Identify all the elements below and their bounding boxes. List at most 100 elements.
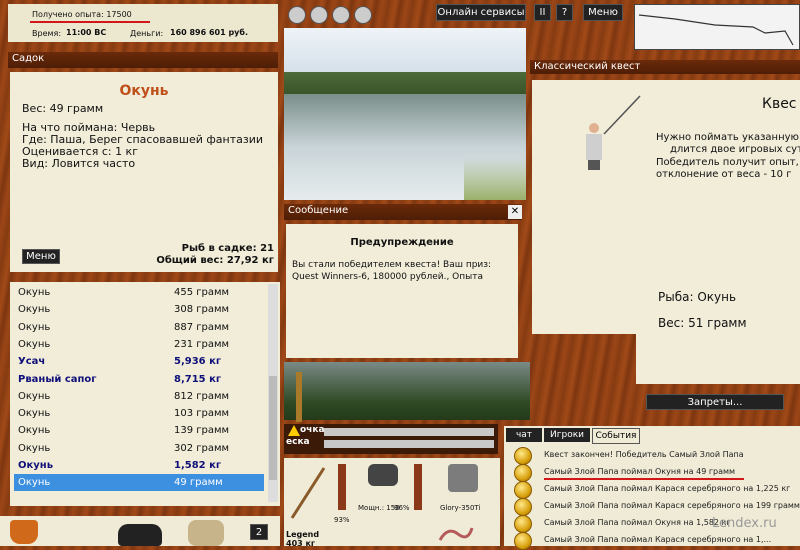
inventory-panel: Legend 403 кг 93% Мощн.: 150 96% Glory-3… — [284, 458, 500, 548]
lake-bottom-view[interactable] — [284, 362, 530, 420]
events-feed: Квест закончен! Победитель Самый Злой Па… — [504, 446, 800, 550]
event-line: Квест закончен! Победитель Самый Злой Па… — [544, 450, 744, 459]
message-title: Предупреждение — [350, 237, 454, 248]
treeline — [284, 72, 526, 94]
fish-list-row[interactable]: Усач 5,936 кг — [14, 353, 264, 370]
chat-tab[interactable]: Игроки — [544, 428, 590, 442]
fish-row-name: Усач — [18, 356, 46, 368]
bait-worm-slot[interactable] — [434, 522, 496, 544]
pot-icon[interactable] — [118, 524, 162, 546]
minimap[interactable] — [634, 4, 800, 50]
stats-panel: Получено опыта: 17500 Время: 11:00 ВС Де… — [8, 4, 278, 42]
hook-slot[interactable] — [356, 522, 428, 544]
fish-row-weight: 302 грамм — [174, 442, 230, 454]
grass — [464, 158, 526, 200]
fish-weight: Вес: 49 грамм — [22, 102, 104, 115]
online-services-button[interactable]: Онлайн сервисы — [436, 4, 526, 21]
fish-list-row[interactable]: Рваный сапог 8,715 кг — [14, 371, 264, 388]
list-scrollbar[interactable] — [268, 284, 278, 502]
fish-total-weight: Общий вес: 27,92 кг — [156, 255, 274, 266]
events-underline — [544, 478, 744, 480]
message-text: Вы стали победителем квеста! Ваш приз: Q… — [292, 260, 492, 282]
scrollbar-thumb[interactable] — [269, 376, 277, 480]
fish-row-weight: 455 грамм — [174, 287, 230, 298]
fish-row-name: Окунь — [18, 460, 54, 471]
bans-button[interactable]: Запреты... — [646, 394, 784, 410]
quest-lower — [636, 334, 800, 384]
fish-list-row[interactable]: Окунь 49 грамм — [14, 474, 264, 492]
fish-row-weight: 103 грамм — [174, 408, 230, 420]
event-line: Самый Злой Папа поймал Окуня на 1,582 кг — [544, 518, 731, 527]
depth-bar — [324, 440, 494, 448]
lure-icon[interactable] — [310, 6, 328, 24]
fish-row-name: Окунь — [18, 477, 51, 489]
fish-list-row[interactable]: Окунь 103 грамм — [14, 405, 264, 422]
fish-list-row[interactable]: Окунь 455 грамм — [14, 284, 264, 301]
event-coin-icon — [514, 532, 532, 550]
page-badge[interactable]: 2 — [250, 524, 268, 540]
lake-view[interactable] — [284, 28, 526, 200]
rod-pct: 93% — [334, 516, 350, 524]
menu-button[interactable]: Меню — [583, 4, 623, 21]
fish-row-weight: 139 грамм — [174, 425, 230, 437]
fish-row-name: Окунь — [18, 425, 51, 437]
event-line: Самый Злой Папа поймал Окуня на 49 грамм — [544, 467, 736, 476]
message-header: Сообщение — [284, 204, 522, 220]
fish-row-weight: 1,582 кг — [174, 460, 222, 471]
event-line: Самый Злой Папа поймал Карася серебряног… — [544, 535, 772, 544]
exp-label: Получено опыта: 17500 — [32, 10, 132, 19]
quest-title: Квес — [762, 96, 797, 112]
quest-header: Классический квест — [530, 60, 800, 74]
fish-list-row[interactable]: Окунь 139 грамм — [14, 422, 264, 439]
lure-icon[interactable] — [354, 6, 372, 24]
fish-list-row[interactable]: Окунь 1,582 кг — [14, 457, 264, 474]
help-button[interactable]: ? — [556, 4, 573, 21]
bottom-bar: 2 — [0, 516, 280, 546]
line-name: Glory-350Ti — [440, 504, 481, 512]
rod-name: Legend — [286, 530, 320, 539]
quest-weight: Вес: 51 грамм — [658, 316, 747, 330]
rod-weight: 403 кг — [286, 539, 316, 548]
chat-tab[interactable]: События — [592, 428, 640, 444]
sadok-header: Садок — [8, 52, 278, 68]
rod-slot[interactable]: Legend 403 кг 93% — [286, 460, 350, 548]
fish-row-name: Окунь — [18, 321, 51, 333]
fish-row-name: Окунь — [18, 287, 51, 298]
bucket-icon[interactable] — [10, 520, 38, 544]
fish-row-weight: 812 грамм — [174, 390, 230, 402]
lure-icon[interactable] — [332, 6, 350, 24]
fish-list-row[interactable]: Окунь 812 грамм — [14, 388, 264, 405]
fish-list-row[interactable]: Окунь 887 грамм — [14, 319, 264, 336]
fish-list-row[interactable]: Окунь 308 грамм — [14, 301, 264, 318]
event-coin-icon — [514, 481, 532, 499]
worm-icon — [438, 527, 474, 541]
chat-tab[interactable]: чат — [506, 428, 542, 442]
quest-fish: Рыба: Окунь — [658, 290, 737, 304]
reel-slot[interactable]: Мощн.: 150 96% — [356, 460, 428, 522]
fish-row-weight: 49 грамм — [174, 477, 223, 489]
fish-list: Окунь 455 грамм Окунь 308 грамм Окунь 887 гра… — [14, 284, 264, 498]
line-slot[interactable]: Glory-350Ti — [434, 460, 496, 522]
fish-row-weight: 8,715 кг — [174, 373, 222, 385]
message-close-button[interactable]: ✕ — [508, 205, 522, 219]
lure-icon[interactable] — [288, 6, 306, 24]
lure-icons — [288, 6, 378, 24]
fish-list-row[interactable]: Окунь 302 грамм — [14, 440, 264, 457]
fish-count: Рыб в садке: 21 — [181, 243, 274, 254]
fish-row-weight: 887 грамм — [174, 321, 230, 333]
rod-bar — [296, 372, 302, 422]
money-value: 160 896 601 руб. — [170, 28, 249, 37]
fish-row-name: Рваный сапог — [18, 373, 97, 385]
fish-list-panel: Окунь 455 грамм Окунь 308 грамм Окунь 887 гра… — [10, 282, 280, 506]
event-coin-icon — [514, 498, 532, 516]
sadok-menu-button[interactable]: Меню — [22, 249, 60, 264]
event-coin-icon — [514, 464, 532, 482]
fish-list-row[interactable]: Окунь 231 грамм — [14, 336, 264, 353]
tackle-line1: очка — [300, 425, 325, 435]
fish-row-weight: 231 грамм — [174, 338, 230, 350]
sack-icon[interactable] — [188, 520, 224, 546]
event-coin-icon — [514, 515, 532, 533]
pause-button[interactable]: II — [534, 4, 551, 21]
events-panel: чат Игроки События Квест закончен! Победит… — [504, 426, 800, 550]
sky — [284, 28, 526, 78]
